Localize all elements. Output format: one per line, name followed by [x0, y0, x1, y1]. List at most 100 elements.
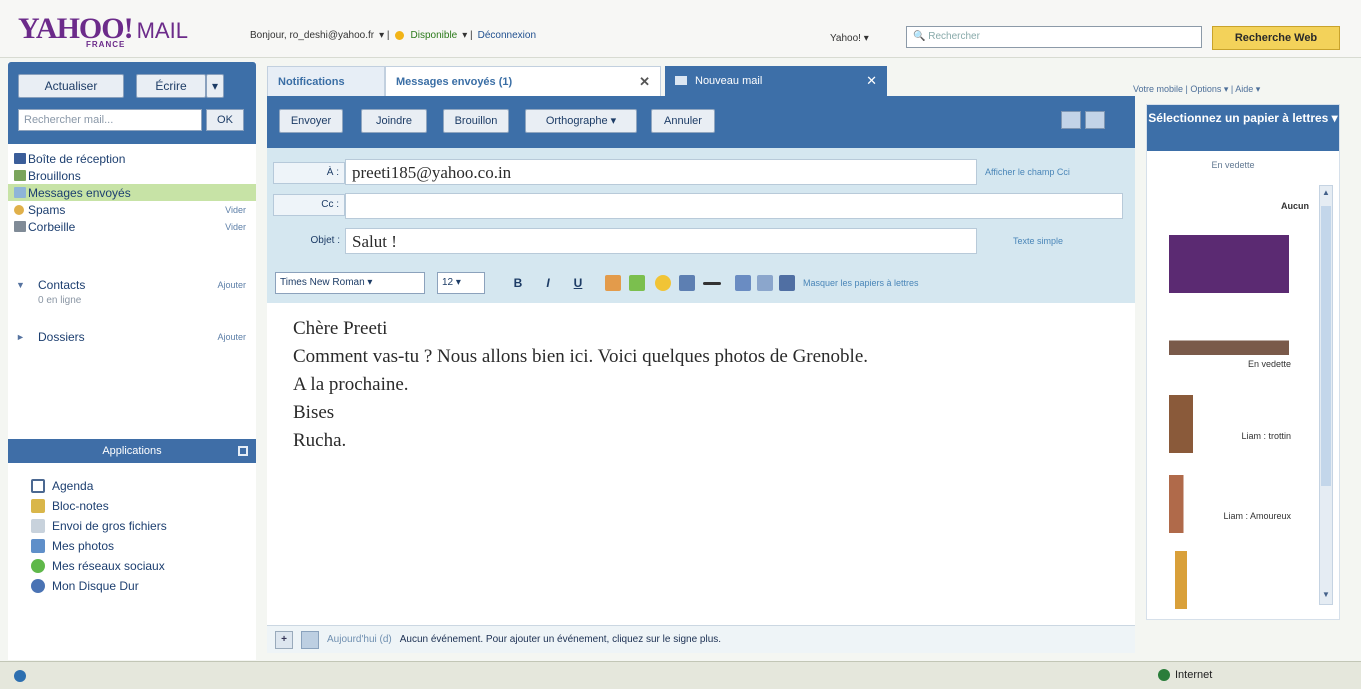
folder-drafts[interactable]: Brouillons	[8, 167, 256, 184]
plain-text-link[interactable]: Texte simple	[1013, 236, 1063, 246]
mail-search-ok-button[interactable]: OK	[206, 109, 244, 131]
app-notepad[interactable]: Bloc-notes	[8, 496, 256, 516]
app-photos[interactable]: Mes photos	[8, 536, 256, 556]
close-icon[interactable]: ✕	[639, 67, 650, 97]
scroll-up-icon[interactable]: ▲	[1321, 188, 1331, 200]
horizontal-rule-icon[interactable]	[703, 282, 721, 285]
yahoo-mail-logo[interactable]: YAHOO! MAIL FRANCE	[18, 14, 188, 50]
maximize-icon[interactable]	[238, 446, 248, 456]
contacts-header[interactable]: ▼ Contacts Ajouter	[8, 276, 256, 293]
close-icon[interactable]: ✕	[866, 66, 877, 96]
app-large-files[interactable]: Envoi de gros fichiers	[8, 516, 256, 536]
to-field[interactable]: preeti185@yahoo.co.in	[345, 159, 977, 185]
empty-trash-link[interactable]: Vider	[225, 222, 246, 232]
refresh-button[interactable]: Actualiser	[18, 74, 124, 98]
yahoo-menu[interactable]: Yahoo! ▾	[830, 33, 869, 44]
spam-icon	[14, 204, 24, 215]
indent-icon[interactable]	[779, 275, 795, 291]
folder-sent[interactable]: Messages envoyés	[8, 184, 256, 201]
user-greeting[interactable]: Bonjour, ro_deshi@yahoo.fr	[250, 30, 374, 41]
show-cci-link[interactable]: Afficher le champ Cci	[985, 167, 1070, 177]
applications-header[interactable]: Applications	[8, 439, 256, 463]
tab-sent-messages[interactable]: Messages envoyés (1) ✕	[385, 66, 661, 96]
empty-spam-link[interactable]: Vider	[225, 205, 246, 215]
cc-button[interactable]: Cc :	[273, 194, 345, 216]
cc-field[interactable]	[345, 193, 1123, 219]
bold-button[interactable]: B	[507, 272, 529, 294]
list-icon[interactable]	[735, 275, 751, 291]
folder-trash[interactable]: Corbeille Vider	[8, 218, 256, 235]
stationery-thumb[interactable]	[1169, 235, 1291, 293]
mail-search-input[interactable]: Rechercher mail...	[18, 109, 202, 131]
view-mode-icon[interactable]	[1061, 111, 1081, 129]
no-stationery-option[interactable]: Aucun	[1281, 201, 1309, 211]
folders-header[interactable]: ► Dossiers Ajouter	[8, 328, 256, 345]
write-dropdown-icon[interactable]: ▾	[206, 74, 224, 98]
attach-button[interactable]: Joindre	[361, 109, 427, 133]
write-button[interactable]: Écrire	[136, 74, 206, 98]
stationery-thumb[interactable]	[1169, 551, 1291, 609]
scroll-down-icon[interactable]: ▼	[1321, 590, 1331, 602]
highlight-icon[interactable]	[629, 275, 645, 291]
expand-icon: ▼	[16, 279, 25, 290]
app-agenda[interactable]: Agenda	[8, 476, 256, 496]
draft-button[interactable]: Brouillon	[443, 109, 509, 133]
message-line: A la prochaine.	[293, 374, 409, 395]
italic-button[interactable]: I	[537, 272, 559, 294]
message-body-editor[interactable]: Chère Preeti Comment vas-tu ? Nous allon…	[267, 303, 1135, 625]
subject-field[interactable]: Salut !	[345, 228, 977, 254]
send-button[interactable]: Envoyer	[279, 109, 343, 133]
app-header: YAHOO! MAIL FRANCE Bonjour, ro_deshi@yah…	[0, 0, 1361, 58]
stationery-thumb[interactable]: Liam : trottin	[1169, 395, 1291, 453]
stationery-thumb[interactable]: Liam : Amoureux	[1169, 475, 1291, 533]
user-greeting-bar: Bonjour, ro_deshi@yahoo.fr ▾ | Disponibl…	[250, 30, 537, 41]
hide-stationery-link[interactable]: Masquer les papiers à lettres	[803, 278, 919, 288]
emoticon-icon[interactable]	[655, 275, 671, 291]
folder-spam[interactable]: Spams Vider	[8, 201, 256, 218]
app-social[interactable]: Mes réseaux sociaux	[8, 556, 256, 576]
compose-fields: À : preeti185@yahoo.co.in Afficher le ch…	[267, 148, 1135, 303]
cancel-button[interactable]: Annuler	[651, 109, 715, 133]
stationery-select[interactable]: Sélectionnez un papier à lettres ▾	[1147, 105, 1339, 151]
inbox-icon	[14, 153, 26, 164]
paperclip-icon	[31, 519, 45, 533]
link-icon[interactable]	[679, 275, 695, 291]
align-icon[interactable]	[757, 275, 773, 291]
text-color-icon[interactable]	[605, 275, 621, 291]
stationery-preview	[1169, 395, 1289, 453]
left-sidebar: Actualiser Écrire ▾ Rechercher mail... O…	[8, 62, 256, 660]
font-family-select[interactable]: Times New Roman ▾	[275, 272, 425, 294]
web-search-input[interactable]: 🔍 Rechercher	[906, 26, 1202, 48]
message-line: Comment vas-tu ? Nous allons bien ici. V…	[293, 346, 869, 367]
contacts-section: ▼ Contacts Ajouter 0 en ligne ► Dossiers…	[8, 276, 256, 345]
tab-new-mail[interactable]: Nouveau mail ✕	[665, 66, 887, 96]
trash-icon	[14, 221, 26, 232]
calendar-icon[interactable]	[301, 630, 319, 649]
add-event-button[interactable]: +	[275, 630, 293, 649]
font-size-select[interactable]: 12 ▾	[437, 272, 485, 294]
tab-notifications[interactable]: Notifications	[267, 66, 385, 96]
today-link[interactable]: Aujourd'hui (d)	[327, 634, 392, 645]
layout-icon[interactable]	[1085, 111, 1105, 129]
message-text[interactable]: Chère Preeti Comment vas-tu ? Nous allon…	[293, 315, 1113, 455]
folder-inbox[interactable]: Boîte de réception	[8, 150, 256, 167]
availability-status[interactable]: Disponible	[411, 30, 458, 41]
add-contact-link[interactable]: Ajouter	[217, 280, 246, 290]
add-folder-link[interactable]: Ajouter	[217, 332, 246, 342]
underline-button[interactable]: U	[567, 272, 589, 294]
social-icon	[31, 559, 45, 573]
to-button[interactable]: À :	[273, 162, 345, 184]
scroll-thumb[interactable]	[1321, 206, 1331, 486]
top-right-links[interactable]: Votre mobile | Options ▾ | Aide ▾	[1133, 84, 1343, 95]
stationery-thumb[interactable]: En vedette	[1169, 323, 1291, 381]
stationery-scrollbar[interactable]: ▲ ▼	[1319, 185, 1333, 605]
sidebar-actions: Actualiser Écrire ▾ Rechercher mail... O…	[8, 62, 256, 144]
logout-link[interactable]: Déconnexion	[478, 30, 536, 41]
web-search-button[interactable]: Recherche Web	[1212, 26, 1340, 50]
browser-status-bar: Internet	[0, 661, 1361, 689]
drafts-icon	[14, 170, 26, 181]
app-disk[interactable]: Mon Disque Dur	[8, 576, 256, 596]
stationery-preview	[1169, 235, 1289, 293]
spelling-button[interactable]: Orthographe ▾	[525, 109, 637, 133]
featured-label: En vedette	[1211, 160, 1255, 170]
